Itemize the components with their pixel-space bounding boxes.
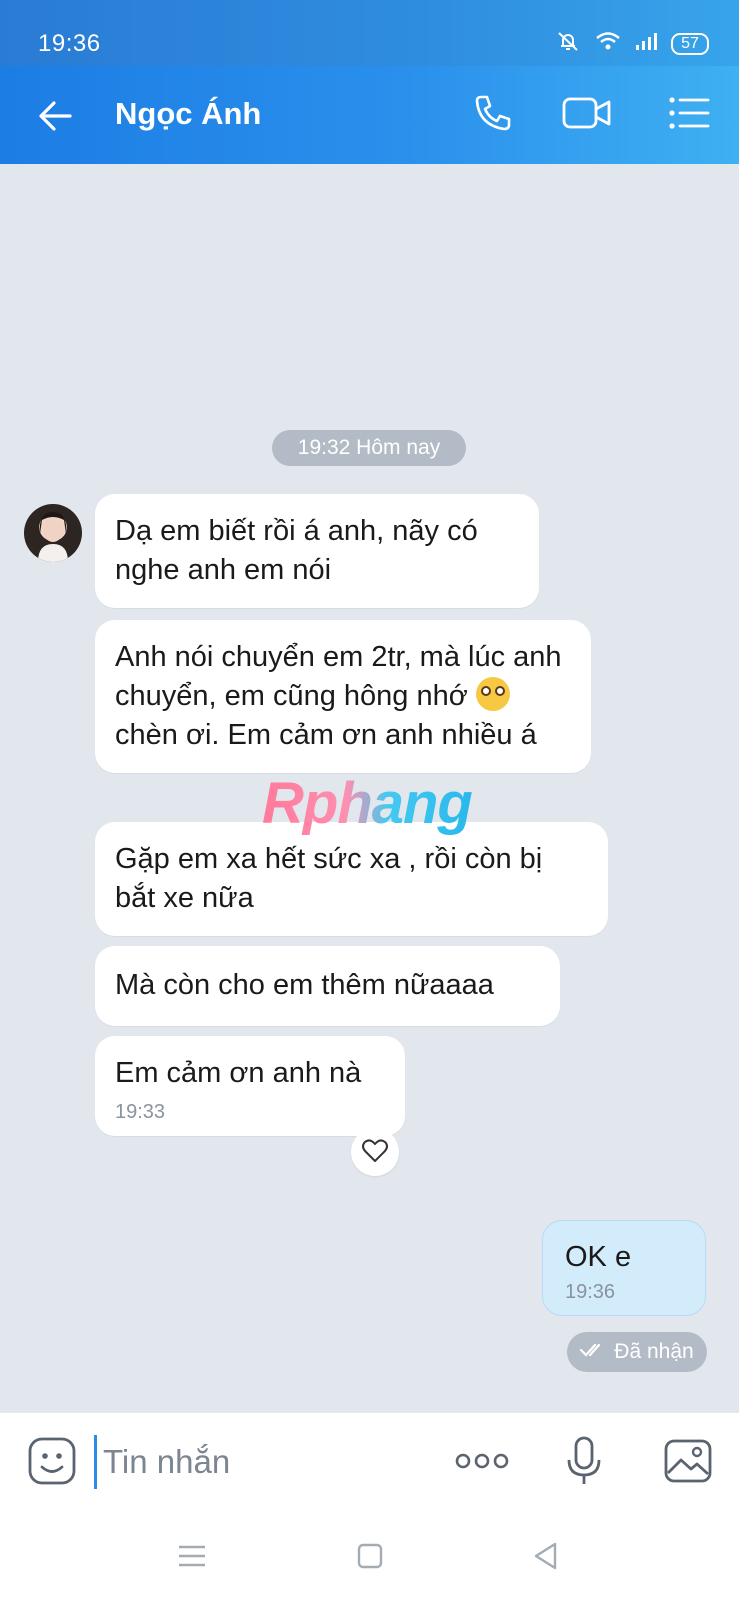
message-text: Em cảm ơn anh nà: [115, 1057, 362, 1089]
message-text: OK e: [565, 1241, 632, 1273]
message-bubble-incoming[interactable]: Dạ em biết rồi á anh, nãy có nghe anh em…: [95, 494, 539, 608]
video-camera-icon: [561, 93, 613, 138]
flushed-face-emoji-icon: [475, 677, 510, 711]
message-bubble-incoming[interactable]: Anh nói chuyển em 2tr, mà lúc anh chuyển…: [95, 620, 591, 773]
more-dots-icon: [454, 1451, 510, 1476]
chat-header: Ngọc Ánh: [0, 66, 739, 164]
status-bar: 19:36 57: [0, 0, 739, 66]
home-button[interactable]: [350, 1538, 390, 1578]
wifi-icon: [595, 30, 621, 57]
arrow-left-icon: [34, 101, 78, 142]
message-bubble-incoming[interactable]: Gặp em xa hết sức xa , rồi còn bị bắt xe…: [95, 822, 608, 936]
watermark: Rphang: [262, 771, 473, 836]
chat-area[interactable]: 19:32 Hôm nay Dạ em biết rồi á anh, nãy …: [0, 164, 739, 1412]
mute-bell-icon: [555, 30, 581, 57]
message-time: 19:36: [565, 1281, 616, 1303]
signal-icon: [635, 31, 657, 56]
double-check-icon: [580, 1340, 606, 1364]
avatar[interactable]: [24, 504, 82, 562]
microphone-icon: [564, 1435, 604, 1492]
battery-indicator: 57: [671, 32, 709, 55]
message-bubble-incoming[interactable]: Em cảm ơn anh nà 19:33: [95, 1036, 405, 1136]
square-icon: [357, 1543, 383, 1574]
message-text: Gặp em xa hết sức xa , rồi còn bị bắt xe…: [115, 843, 543, 914]
phone-icon: [471, 91, 515, 140]
video-call-button[interactable]: [562, 90, 612, 140]
recent-apps-button[interactable]: [172, 1538, 212, 1578]
message-text: Dạ em biết rồi á anh, nãy có nghe anh em…: [115, 515, 478, 586]
voice-message-button[interactable]: [558, 1435, 610, 1492]
date-separator: 19:32 Hôm nay: [272, 430, 466, 466]
message-bubble-outgoing[interactable]: OK e 19:36: [542, 1220, 706, 1316]
more-options-button[interactable]: [450, 1437, 514, 1489]
hamburger-icon: [177, 1544, 207, 1573]
contact-name[interactable]: Ngọc Ánh: [115, 96, 261, 132]
list-menu-icon: [667, 93, 711, 138]
status-icons: 57: [555, 30, 709, 57]
smiley-icon: [27, 1436, 77, 1491]
voice-call-button[interactable]: [468, 90, 518, 140]
message-bubble-incoming[interactable]: Mà còn cho em thêm nữaaaa: [95, 946, 560, 1026]
react-button[interactable]: [351, 1128, 399, 1176]
message-text: Mà còn cho em thêm nữaaaa: [115, 969, 494, 1001]
system-nav-bar: [0, 1510, 739, 1600]
status-time: 19:36: [38, 30, 101, 57]
delivery-status-badge: Đã nhận: [567, 1332, 707, 1372]
chat-options-button[interactable]: [664, 90, 714, 140]
delivery-status-text: Đã nhận: [614, 1340, 694, 1363]
message-composer: [0, 1412, 739, 1511]
emoji-button[interactable]: [26, 1437, 78, 1489]
system-back-button[interactable]: [526, 1538, 566, 1578]
message-text: chèn ơi. Em cảm ơn anh nhiều á: [115, 719, 537, 751]
back-button[interactable]: [34, 94, 78, 138]
heart-icon: [361, 1137, 389, 1168]
message-input[interactable]: [94, 1435, 425, 1489]
message-time: 19:33: [115, 1101, 166, 1123]
image-icon: [663, 1438, 713, 1489]
triangle-back-icon: [533, 1542, 559, 1575]
gallery-button[interactable]: [662, 1437, 714, 1489]
